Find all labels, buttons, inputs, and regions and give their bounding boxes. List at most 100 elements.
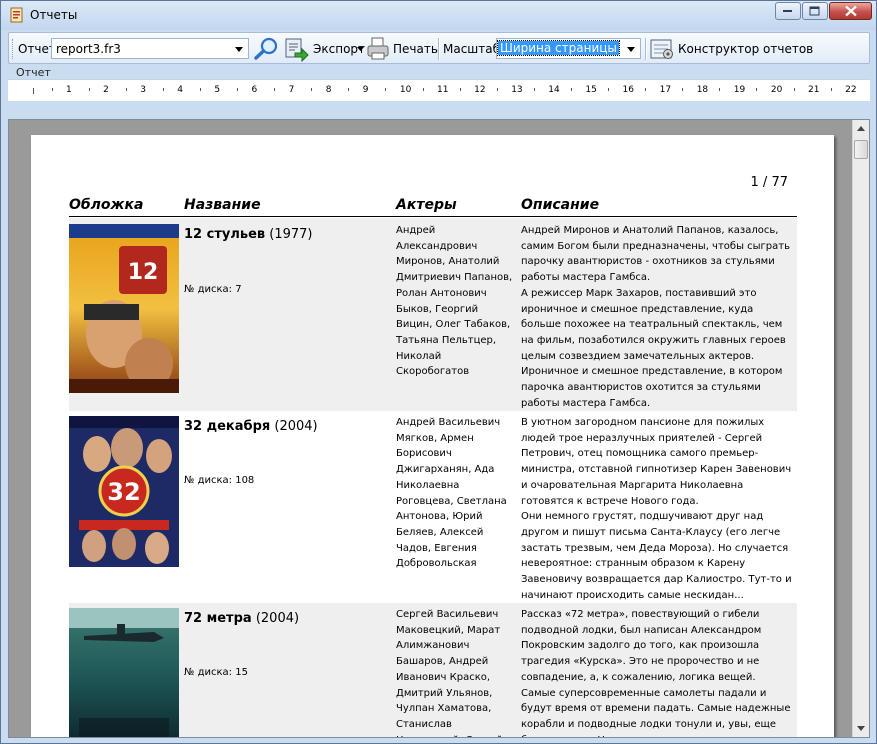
ruler-tick [348,88,350,91]
report-designer-button[interactable]: Конструктор отчетов [649,36,813,62]
reports-app-icon [9,7,25,23]
toolbar-grip[interactable] [12,39,15,59]
ruler-tick [274,88,276,91]
report-select[interactable]: report3.fr3 [51,38,249,59]
scale-select[interactable]: Ширина страницы [496,38,641,59]
film-title: 12 стульев (1977) [184,227,313,242]
ruler-number: 2 [103,85,109,95]
film-actors: Андрей Александрович Миронов, Анатолий Д… [396,225,513,378]
ruler-tick [51,88,53,91]
column-header-title: Название [184,197,261,213]
chevron-down-icon[interactable] [232,39,246,58]
ruler-number: 12 [474,85,486,95]
ruler-number: 19 [733,85,746,95]
title-bar: Отчеты [1,1,876,30]
ruler-number: 15 [585,85,597,95]
print-label: Печать [393,42,438,56]
scroll-down-button[interactable] [853,720,869,737]
ruler-number: 9 [362,85,369,95]
export-button[interactable]: Экспорт [283,36,365,62]
report-designer-label: Конструктор отчетов [678,42,814,56]
ruler-origin-tick [33,88,34,94]
ruler-tick [570,88,572,91]
column-header-cover: Обложка [69,197,144,213]
ruler-number: 20 [770,85,783,95]
vertical-scrollbar[interactable] [852,120,869,737]
ruler-tick [719,88,721,91]
toolbar-separator [645,38,646,60]
close-button[interactable] [829,2,872,20]
scroll-up-button[interactable] [853,120,869,137]
ruler-tick [237,88,238,91]
ruler-number: 13 [511,85,523,95]
ruler-number: 18 [696,85,709,95]
film-title: 72 метра (2004) [184,611,300,626]
disc-number: № диска: 108 [184,475,255,486]
table-row: 72 метра (2004) № диска: 15 Сергей Васил… [69,603,797,737]
film-cover-image: 12 [69,224,179,393]
chevron-up-icon [857,126,865,131]
ruler-number: 1 [66,85,72,95]
ruler-tick [756,88,758,91]
column-header-description: Описание [521,197,600,213]
print-button[interactable]: Печать [366,36,438,62]
report-page: 1 / 77 Обложка Название Актеры Описание [31,135,834,737]
ruler-number: 10 [399,85,412,95]
dropdown-arrow-icon [357,47,364,51]
film-cover-image: 32 [69,416,179,567]
scroll-thumb[interactable] [854,140,868,159]
ruler-number: 3 [140,85,146,95]
report-preview-area: 1 / 77 Обложка Название Актеры Описание [8,119,870,738]
ruler-tick [793,88,795,91]
ruler-tick [385,88,387,91]
horizontal-ruler: 1 2 3 4 5 6 7 8 9 10 11 12 13 14 15 16 17 18 19 20 21 22 [8,79,870,101]
film-title: 32 декабря (2004) [184,419,318,434]
header-rule [69,216,797,217]
export-icon [285,38,309,62]
table-row: 32 32 декабря (2004) № диска: 108 Андрей… [69,411,797,603]
ruler-number: 16 [622,85,634,95]
report-tab-label: Отчет [16,66,51,79]
chevron-down-icon [857,726,865,731]
table-row: 12 12 стульев (1977) № диска: 7 Андрей А… [69,218,797,411]
ruler-number: 17 [659,85,672,95]
ruler-tick [830,88,832,91]
svg-text:32: 32 [107,478,140,506]
ruler-number: 11 [437,85,449,95]
ruler-number: 7 [288,85,295,95]
ruler-tick [125,88,127,91]
ruler-tick [608,88,609,91]
film-actors: Андрей Васильевич Мягков, Армен Борисови… [396,417,507,570]
disc-number: № диска: 7 [184,284,242,295]
ruler-tick [162,88,164,91]
ruler-tick [199,88,201,91]
ruler-tick [533,88,535,91]
ruler-tick [459,88,461,91]
scale-label: Масштаб [443,42,501,56]
ruler-number: 8 [325,85,332,95]
window-title: Отчеты [30,8,78,22]
film-description: В уютном загородном пансионе для пожилых… [521,417,792,601]
minimize-button[interactable] [775,2,801,20]
film-description: Рассказ «72 метра», повествующий о гибел… [521,609,791,737]
app-window: Отчеты Отчет report3.fr3 Экспорт Печать … [0,0,877,744]
chevron-down-icon[interactable] [624,39,638,58]
scale-select-value: Ширина страницы [497,40,620,56]
search-button[interactable] [252,36,280,62]
ruler-tick [496,88,498,91]
ruler-number: 14 [548,85,560,95]
designer-icon [650,39,673,59]
toolbar: Отчет report3.fr3 Экспорт Печать Масштаб… [8,32,870,64]
film-actors: Сергей Васильевич Маковецкий, Марат Алим… [396,609,503,737]
ruler-tick [682,88,684,91]
ruler-number: 4 [177,85,184,95]
printer-icon [367,37,389,60]
ruler-tick [88,88,90,91]
maximize-button[interactable] [802,2,828,20]
disc-number: № диска: 15 [184,667,248,678]
magnifier-icon [254,37,278,60]
column-header-actors: Актеры [396,197,457,213]
film-cover-image [69,608,179,737]
ruler-tick [422,88,424,91]
toolbar-separator [438,38,439,60]
